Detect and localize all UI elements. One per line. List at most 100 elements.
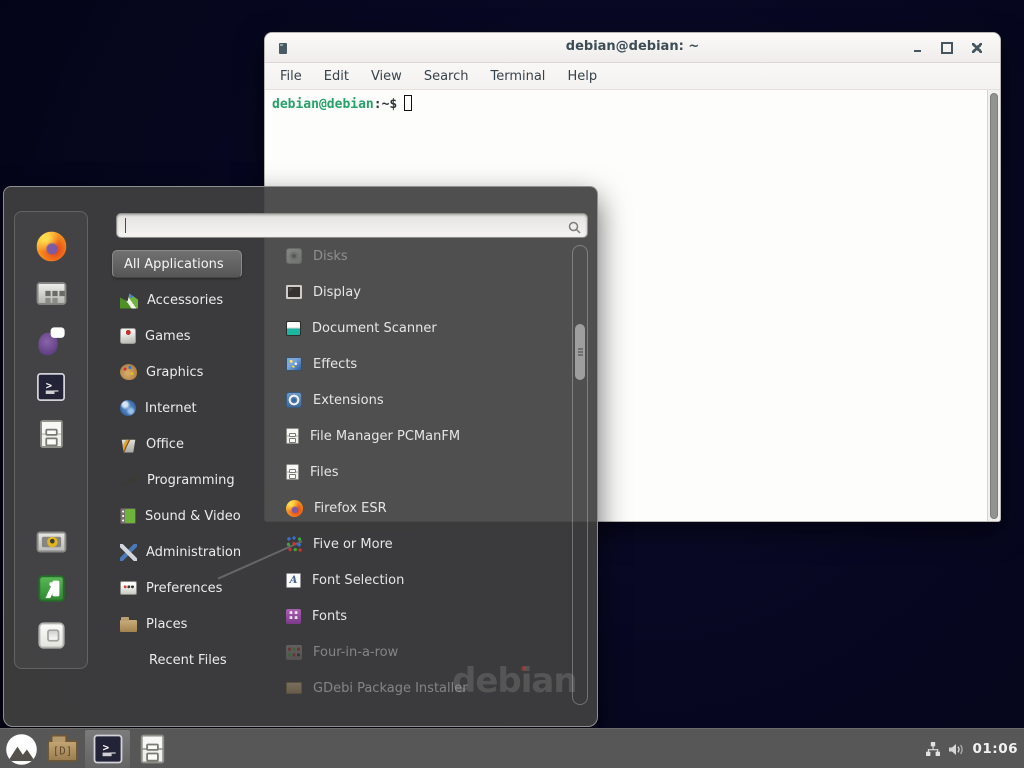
terminal-menu-view[interactable]: View xyxy=(360,66,413,87)
favorite-firefox[interactable] xyxy=(34,233,68,261)
gdebi-icon xyxy=(286,682,302,694)
terminal-menu-help[interactable]: Help xyxy=(556,66,608,87)
taskbar-file-manager[interactable] xyxy=(40,730,85,768)
app-label: Document Scanner xyxy=(312,321,437,336)
category-games[interactable]: Games xyxy=(112,318,270,354)
app-firefox-esr[interactable]: Firefox ESR xyxy=(286,490,571,526)
category-all-applications[interactable]: All Applications xyxy=(112,250,242,278)
app-files[interactable]: Files xyxy=(286,454,571,490)
internet-icon xyxy=(120,400,136,416)
terminal-menu-search[interactable]: Search xyxy=(413,66,480,87)
minimize-button[interactable] xyxy=(902,37,932,59)
search-box xyxy=(116,213,588,238)
applications-menu: debian All ApplicationsAccessoriesGamesG… xyxy=(3,186,598,727)
app-extensions[interactable]: Extensions xyxy=(286,382,571,418)
terminal-scrollbar[interactable] xyxy=(987,90,1000,522)
category-accessories[interactable]: Accessories xyxy=(112,282,270,318)
search-input[interactable] xyxy=(116,213,588,238)
category-graphics[interactable]: Graphics xyxy=(112,354,270,390)
favorite-log-out[interactable] xyxy=(34,575,68,603)
app-label: Fonts xyxy=(312,609,347,624)
category-label: Accessories xyxy=(147,293,223,308)
extensions-icon xyxy=(286,392,302,408)
app-label: Display xyxy=(313,285,361,300)
category-sound-video[interactable]: Sound & Video xyxy=(112,498,270,534)
category-label: Graphics xyxy=(146,365,203,380)
network-icon[interactable] xyxy=(925,742,941,757)
app-fonts[interactable]: Fonts xyxy=(286,598,571,634)
taskbar-terminal[interactable] xyxy=(85,730,130,768)
menu-button[interactable] xyxy=(2,730,40,768)
terminal-menu-edit[interactable]: Edit xyxy=(313,66,360,87)
app-list: Disks Display Document Scanner Effects Exten… xyxy=(286,238,571,706)
app-four-in-a-row[interactable]: Four-in-a-row xyxy=(286,634,571,670)
category-label: Sound & Video xyxy=(145,509,241,524)
app-label: Five or More xyxy=(313,537,393,552)
category-label: Recent Files xyxy=(149,653,227,668)
app-label: Font Selection xyxy=(312,573,404,588)
app-label: Disks xyxy=(313,249,348,264)
terminal-titlebar[interactable]: debian@debian: ~ xyxy=(265,33,1000,63)
favorite-lock-screen[interactable] xyxy=(34,528,68,556)
app-gdebi-package-installer[interactable]: GDebi Package Installer xyxy=(286,670,571,706)
category-recent-files[interactable]: Recent Files xyxy=(112,642,270,678)
category-preferences[interactable]: Preferences xyxy=(112,570,270,606)
log-out-icon xyxy=(38,575,64,601)
app-document-scanner[interactable]: Document Scanner xyxy=(286,310,571,346)
maximize-button[interactable] xyxy=(932,37,962,59)
office-icon xyxy=(120,436,137,453)
accessories-icon xyxy=(120,292,138,309)
display-icon xyxy=(286,285,302,299)
effects-icon xyxy=(286,357,302,371)
terminal-menu-file[interactable]: File xyxy=(269,66,313,87)
favorite-software[interactable] xyxy=(34,280,68,308)
terminal-icon xyxy=(93,735,122,764)
close-button[interactable] xyxy=(962,37,992,59)
font-selection-icon xyxy=(286,573,301,588)
category-internet[interactable]: Internet xyxy=(112,390,270,426)
category-label: Games xyxy=(145,329,190,344)
taskbar-files[interactable] xyxy=(130,730,175,768)
shutdown-icon xyxy=(38,622,64,648)
app-label: File Manager PCManFM xyxy=(310,429,460,444)
administration-icon xyxy=(120,544,137,561)
favorite-pidgin[interactable] xyxy=(34,327,68,355)
category-programming[interactable]: Programming xyxy=(112,462,270,498)
favorite-shutdown[interactable] xyxy=(34,621,68,649)
category-label: Preferences xyxy=(146,581,222,596)
favorite-file-manager[interactable] xyxy=(34,420,68,448)
app-label: Four-in-a-row xyxy=(313,645,398,660)
volume-icon[interactable] xyxy=(948,742,966,757)
app-five-or-more[interactable]: Five or More xyxy=(286,526,571,562)
pidgin-icon xyxy=(36,326,66,356)
app-disks[interactable]: Disks xyxy=(286,238,571,274)
prompt-symbol: :~$ xyxy=(374,97,397,112)
file-cabinet-icon xyxy=(141,735,164,764)
category-office[interactable]: Office xyxy=(112,426,270,462)
lock-screen-icon xyxy=(36,531,66,552)
favorites-panel xyxy=(14,211,88,669)
terminal-scrollbar-thumb[interactable] xyxy=(990,93,998,519)
category-icon-spacer xyxy=(120,651,140,669)
terminal-menubar: FileEditViewSearchTerminalHelp xyxy=(265,63,1000,90)
app-effects[interactable]: Effects xyxy=(286,346,571,382)
app-label: Files xyxy=(310,465,339,480)
clock[interactable]: 01:06 xyxy=(973,741,1018,757)
taskbar-launchers xyxy=(2,729,175,768)
app-label: Extensions xyxy=(313,393,384,408)
category-administration[interactable]: Administration xyxy=(112,534,270,570)
app-label: GDebi Package Installer xyxy=(313,681,468,696)
category-places[interactable]: Places xyxy=(112,606,270,642)
app-font-selection[interactable]: Font Selection xyxy=(286,562,571,598)
app-list-scrollbar[interactable] xyxy=(572,245,588,705)
file-cabinet-icon xyxy=(40,420,63,448)
favorite-terminal[interactable] xyxy=(34,373,68,401)
app-file-manager-pcmanfm[interactable]: File Manager PCManFM xyxy=(286,418,571,454)
text-caret xyxy=(125,218,126,233)
programming-icon xyxy=(120,473,138,487)
app-display[interactable]: Display xyxy=(286,274,571,310)
terminal-menu-terminal[interactable]: Terminal xyxy=(479,66,556,87)
app-list-scrollbar-thumb[interactable] xyxy=(575,324,585,380)
menu-logo-icon xyxy=(6,734,37,765)
graphics-icon xyxy=(120,364,137,380)
